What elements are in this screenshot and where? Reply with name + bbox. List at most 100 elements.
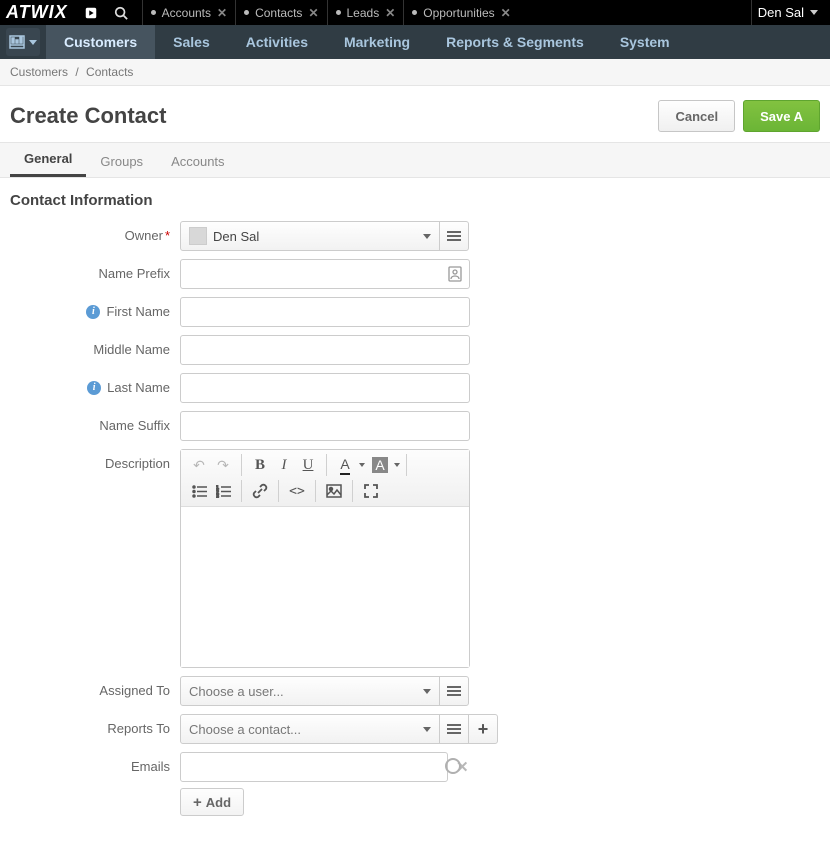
chevron-down-icon[interactable] xyxy=(394,463,400,467)
field-description: Description ↶ ↷ B I U A A xyxy=(10,449,820,668)
form-tabs: General Groups Accounts xyxy=(0,142,830,178)
info-icon[interactable]: i xyxy=(87,381,101,395)
section-heading: Contact Information xyxy=(10,192,820,209)
underline-icon[interactable]: U xyxy=(297,454,319,476)
pinned-tab-opportunities[interactable]: Opportunities✕ xyxy=(403,0,518,25)
name-suffix-label: Name Suffix xyxy=(99,418,170,433)
search-icon[interactable] xyxy=(110,2,132,24)
tab-groups[interactable]: Groups xyxy=(86,144,157,177)
assigned-to-select[interactable]: Choose a user... xyxy=(180,676,440,706)
close-icon[interactable]: ✕ xyxy=(308,6,318,20)
email-primary-radio[interactable] xyxy=(445,758,461,774)
redo-icon[interactable]: ↷ xyxy=(212,454,234,476)
dashboard-icon[interactable] xyxy=(6,28,40,56)
assigned-to-list-button[interactable] xyxy=(439,676,469,706)
field-assigned-to: Assigned To Choose a user... xyxy=(10,676,820,706)
emails-label: Emails xyxy=(131,759,170,774)
pinned-tab-accounts[interactable]: Accounts✕ xyxy=(142,0,235,25)
breadcrumb-current: Contacts xyxy=(86,65,133,79)
fullscreen-icon[interactable] xyxy=(360,480,382,502)
reports-to-add-button[interactable]: + xyxy=(468,714,498,744)
plus-icon: + xyxy=(193,794,202,811)
close-icon[interactable]: ✕ xyxy=(385,6,395,20)
tab-accounts[interactable]: Accounts xyxy=(157,144,238,177)
field-reports-to: Reports To Choose a contact... + xyxy=(10,714,820,744)
undo-icon[interactable]: ↶ xyxy=(188,454,210,476)
middle-name-label: Middle Name xyxy=(93,342,170,357)
add-email-button[interactable]: +Add xyxy=(180,788,244,816)
field-name-prefix: Name Prefix xyxy=(10,259,820,289)
svg-text:3: 3 xyxy=(216,494,219,498)
autofill-icon xyxy=(448,266,462,282)
assigned-to-label: Assigned To xyxy=(99,683,170,698)
name-prefix-input[interactable] xyxy=(180,259,470,289)
nav-reports[interactable]: Reports & Segments xyxy=(428,25,602,59)
field-emails: Emails ✕ +Add xyxy=(10,752,820,816)
breadcrumb-parent[interactable]: Customers xyxy=(10,65,68,79)
owner-value: Den Sal xyxy=(213,229,259,244)
cancel-button[interactable]: Cancel xyxy=(658,100,735,132)
name-prefix-label: Name Prefix xyxy=(98,266,170,281)
bg-color-icon[interactable]: A xyxy=(369,454,391,476)
first-name-input[interactable] xyxy=(180,297,470,327)
ordered-list-icon[interactable]: 123 xyxy=(212,480,234,502)
last-name-input[interactable] xyxy=(180,373,470,403)
nav-system[interactable]: System xyxy=(602,25,688,59)
reports-to-label: Reports To xyxy=(107,721,170,736)
chevron-down-icon xyxy=(423,727,431,732)
text-color-icon[interactable]: A xyxy=(334,454,356,476)
nav-activities[interactable]: Activities xyxy=(228,25,326,59)
tab-general[interactable]: General xyxy=(10,141,86,177)
breadcrumb: Customers / Contacts xyxy=(0,59,830,86)
source-code-icon[interactable]: <> xyxy=(286,480,308,502)
owner-select[interactable]: Den Sal xyxy=(180,221,440,251)
nav-customers[interactable]: Customers xyxy=(46,25,155,59)
chevron-down-icon xyxy=(423,689,431,694)
name-suffix-input[interactable] xyxy=(180,411,470,441)
unordered-list-icon[interactable] xyxy=(188,480,210,502)
owner-list-button[interactable] xyxy=(439,221,469,251)
editor-toolbar: ↶ ↷ B I U A A xyxy=(181,450,469,507)
nav-marketing[interactable]: Marketing xyxy=(326,25,428,59)
info-icon[interactable]: i xyxy=(86,305,100,319)
first-name-label: First Name xyxy=(106,304,170,319)
user-menu[interactable]: Den Sal xyxy=(751,0,824,25)
shortcut-icon[interactable] xyxy=(80,2,102,24)
close-icon[interactable]: ✕ xyxy=(217,6,227,20)
nav-sales[interactable]: Sales xyxy=(155,25,228,59)
description-editor: ↶ ↷ B I U A A xyxy=(180,449,470,668)
middle-name-input[interactable] xyxy=(180,335,470,365)
required-marker: * xyxy=(165,228,170,243)
field-first-name: i First Name xyxy=(10,297,820,327)
pinned-tab-leads[interactable]: Leads✕ xyxy=(327,0,404,25)
logo: ATWIX xyxy=(6,2,76,23)
image-icon[interactable] xyxy=(323,480,345,502)
italic-icon[interactable]: I xyxy=(273,454,295,476)
field-middle-name: Middle Name xyxy=(10,335,820,365)
form-section: Contact Information Owner* Den Sal Name … xyxy=(0,178,830,830)
chevron-down-icon xyxy=(423,234,431,239)
email-input[interactable] xyxy=(180,752,448,782)
pinned-tabs: Accounts✕ Contacts✕ Leads✕ Opportunities… xyxy=(142,0,519,25)
main-nav: Customers Sales Activities Marketing Rep… xyxy=(0,25,830,59)
bars-icon xyxy=(447,722,461,736)
bars-icon xyxy=(447,229,461,243)
reports-to-select[interactable]: Choose a contact... xyxy=(180,714,440,744)
owner-label: Owner xyxy=(125,228,163,243)
chevron-down-icon[interactable] xyxy=(359,463,365,467)
link-icon[interactable] xyxy=(249,480,271,502)
pinned-tab-contacts[interactable]: Contacts✕ xyxy=(235,0,326,25)
close-icon[interactable]: ✕ xyxy=(501,6,511,20)
field-owner: Owner* Den Sal xyxy=(10,221,820,251)
bold-icon[interactable]: B xyxy=(249,454,271,476)
reports-to-list-button[interactable] xyxy=(439,714,469,744)
chevron-down-icon xyxy=(810,10,818,15)
last-name-label: Last Name xyxy=(107,380,170,395)
avatar-icon xyxy=(189,227,207,245)
field-name-suffix: Name Suffix xyxy=(10,411,820,441)
assigned-to-placeholder: Choose a user... xyxy=(189,684,284,699)
topbar: ATWIX Accounts✕ Contacts✕ Leads✕ Opportu… xyxy=(0,0,830,25)
field-last-name: i Last Name xyxy=(10,373,820,403)
save-button[interactable]: Save A xyxy=(743,100,820,132)
description-textarea[interactable] xyxy=(181,507,469,667)
